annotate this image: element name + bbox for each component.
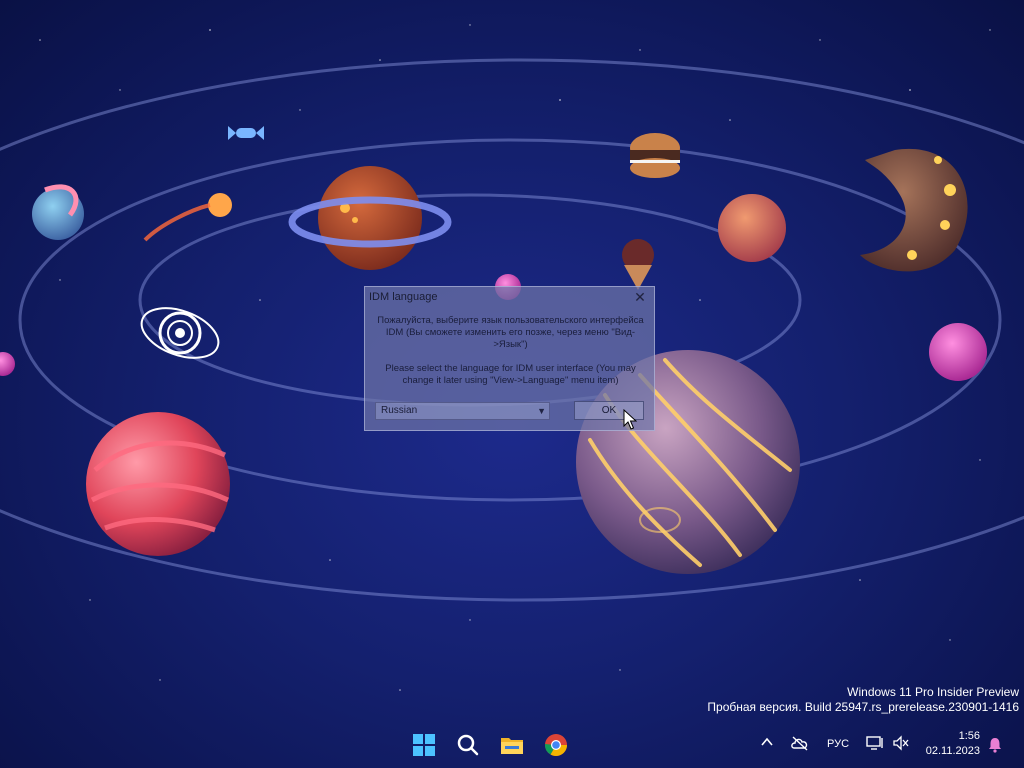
mouse-cursor-icon — [623, 409, 637, 430]
watermark-line-build: Пробная версия. Build 25947.rs_prereleas… — [707, 700, 1019, 714]
search-icon[interactable] — [455, 732, 481, 758]
file-explorer-icon[interactable] — [499, 732, 525, 758]
close-icon[interactable]: ✕ — [631, 288, 649, 306]
clock-date: 02.11.2023 — [925, 745, 980, 757]
dialog-message-en: Please select the language for IDM user … — [385, 363, 636, 386]
notification-bell-icon[interactable] — [987, 737, 1003, 753]
windows-start-icon[interactable] — [411, 732, 437, 758]
taskbar-clock[interactable]: 1:56 02.11.2023 — [926, 729, 980, 759]
language-select[interactable]: Russian ▼ — [375, 402, 550, 420]
idm-language-dialog: IDM language ✕ Пожалуйста, выберите язык… — [364, 286, 655, 431]
dialog-title: IDM language — [369, 291, 438, 303]
chrome-icon[interactable] — [543, 732, 569, 758]
language-select-value: Russian — [381, 405, 418, 416]
volume-muted-icon[interactable] — [892, 735, 910, 751]
chevron-down-icon: ▼ — [537, 406, 546, 416]
network-disconnected-icon[interactable] — [790, 735, 810, 751]
display-icon[interactable] — [866, 735, 884, 751]
desktop: IDM language ✕ Пожалуйста, выберите язык… — [0, 0, 1024, 768]
watermark-line-edition: Windows 11 Pro Insider Preview — [847, 685, 1019, 699]
windows-watermark: Windows 11 Pro Insider Preview Пробная в… — [707, 685, 1019, 715]
input-language-indicator[interactable]: РУС — [827, 738, 849, 750]
dialog-message-ru: Пожалуйста, выберите язык пользовательск… — [377, 315, 644, 350]
chevron-up-icon[interactable] — [760, 735, 774, 749]
clock-time: 1:56 — [958, 730, 980, 742]
